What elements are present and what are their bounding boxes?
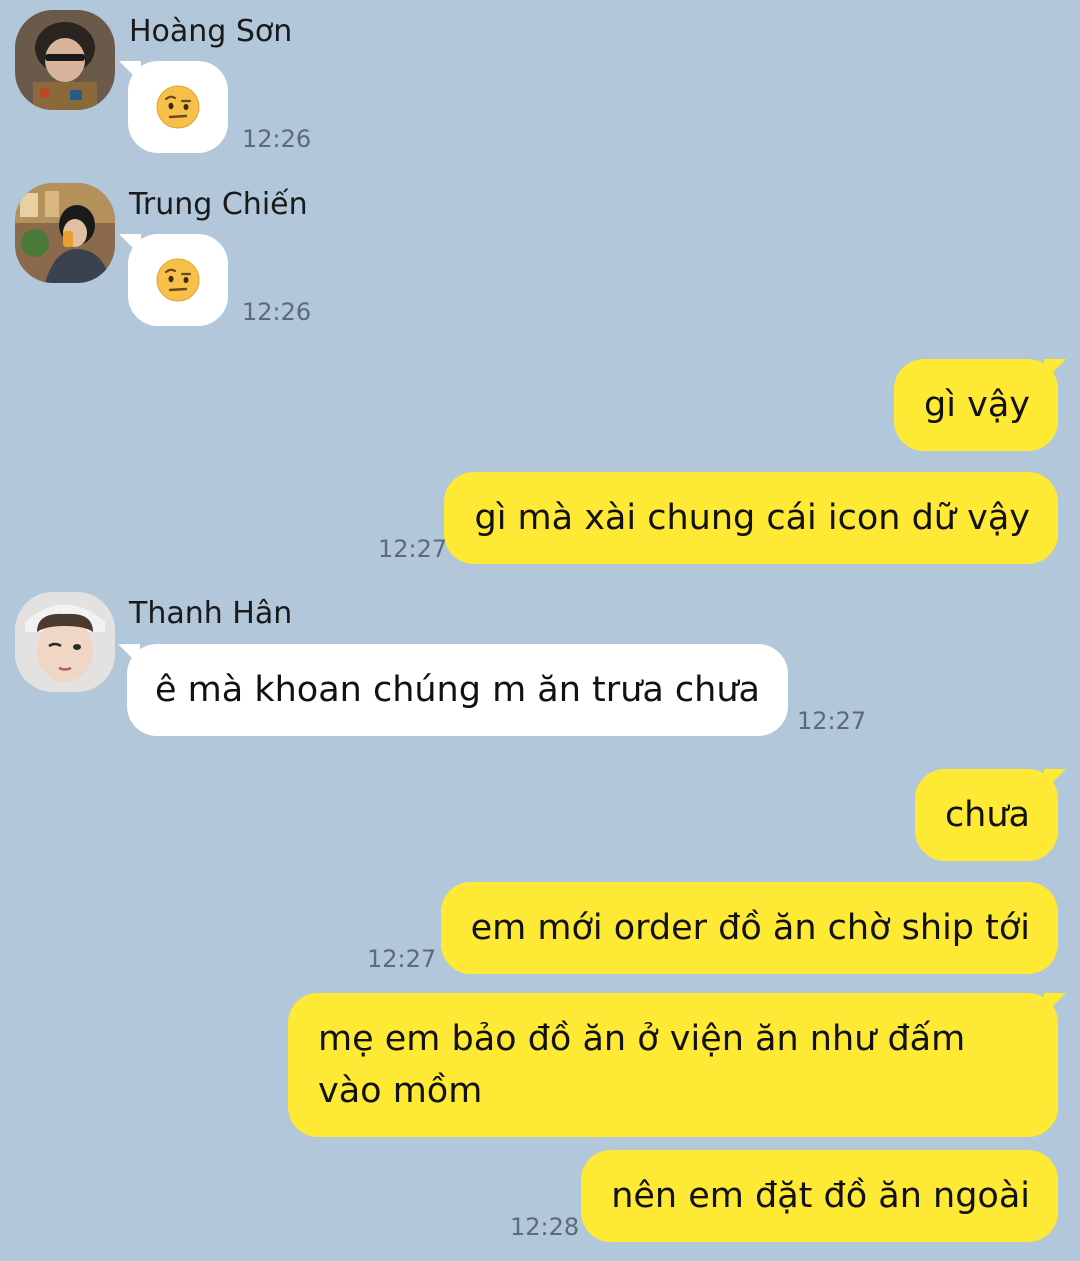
avatar-hoang-son[interactable] <box>15 10 115 110</box>
message-bubble-outgoing[interactable]: mẹ em bảo đồ ăn ở viện ăn như đấm vào mồ… <box>288 993 1066 1137</box>
message-time: 12:27 <box>797 707 867 735</box>
avatar-photo-thanh-han <box>15 592 115 692</box>
message-bubble-outgoing[interactable]: nên em đặt đồ ăn ngoài <box>581 1150 1058 1242</box>
avatar-photo-hoang-son <box>15 10 115 110</box>
sender-name: Hoàng Sơn <box>129 14 293 49</box>
message-bubble-outgoing[interactable]: chưa <box>914 769 1067 861</box>
message-time: 12:28 <box>510 1213 580 1241</box>
avatar-trung-chien[interactable] <box>15 183 115 283</box>
avatar-thanh-han[interactable] <box>15 592 115 692</box>
raised-eyebrow-emoji-icon <box>156 258 200 302</box>
message-bubble-incoming[interactable]: ê mà khoan chúng m ăn trưa chưa <box>118 644 788 736</box>
message-time: 12:27 <box>367 945 437 973</box>
message-time: 12:27 <box>378 535 448 563</box>
avatar-photo-trung-chien <box>15 183 115 283</box>
message-bubble-outgoing[interactable]: em mới order đồ ăn chờ ship tới <box>440 882 1058 974</box>
message-time: 12:26 <box>242 298 312 326</box>
sender-name: Thanh Hân <box>129 596 293 631</box>
message-bubble-incoming[interactable] <box>119 234 228 326</box>
message-bubble-outgoing[interactable]: gì vậy <box>894 359 1066 451</box>
message-bubble-outgoing[interactable]: gì mà xài chung cái icon dữ vậy <box>444 472 1058 564</box>
message-bubble-incoming[interactable] <box>119 61 228 153</box>
message-time: 12:26 <box>242 125 312 153</box>
sender-name: Trung Chiến <box>129 187 308 222</box>
raised-eyebrow-emoji-icon <box>156 85 200 129</box>
